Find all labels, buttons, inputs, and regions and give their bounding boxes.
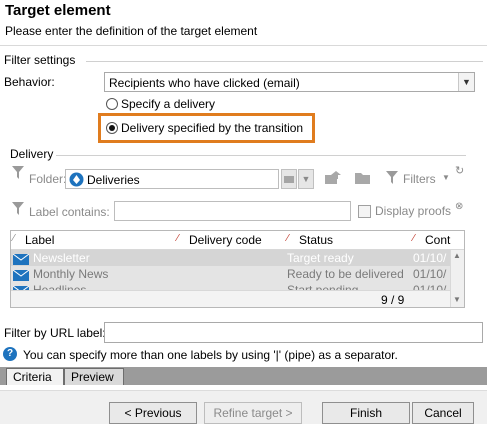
column-delivery-code[interactable]: Delivery code	[189, 231, 262, 250]
divider	[86, 61, 483, 62]
pager: 9 / 9	[381, 293, 405, 307]
behavior-value: Recipients who have clicked (email)	[109, 76, 300, 90]
page-title: Target element	[5, 2, 111, 19]
table-row[interactable]: Monthly News Ready to be delivered 01/10…	[11, 266, 450, 282]
column-label[interactable]: Label	[25, 231, 54, 250]
clear-icon[interactable]: ⊗	[455, 201, 463, 212]
previous-button[interactable]: < Previous	[109, 402, 197, 424]
tab-preview[interactable]: Preview	[64, 368, 124, 385]
folder-value: Deliveries	[87, 173, 140, 187]
behavior-label: Behavior:	[4, 75, 55, 89]
radio-specify-delivery[interactable]: Specify a delivery	[106, 97, 215, 111]
folder-field[interactable]: Deliveries	[65, 169, 279, 189]
scroll-down-icon[interactable]: ▼	[453, 295, 461, 304]
filter-icon[interactable]	[386, 171, 398, 188]
column-status[interactable]: Status	[299, 231, 333, 250]
display-proofs-checkbox[interactable]: Display proofs	[358, 204, 451, 218]
table-header: ⁄ Label ⁄ Delivery code ⁄ Status ⁄ Cont	[11, 231, 464, 250]
folder-label: Folder:	[29, 172, 67, 186]
funnel-icon	[12, 166, 24, 183]
chevron-down-icon[interactable]: ▼	[442, 173, 450, 182]
info-icon: ?	[3, 347, 17, 361]
finish-button[interactable]: Finish	[322, 402, 410, 424]
sort-icon[interactable]: ⁄	[177, 233, 179, 244]
funnel-icon	[12, 202, 24, 219]
scroll-up-icon[interactable]: ▲	[453, 251, 461, 260]
row-label: Headlines	[33, 283, 87, 290]
radio-button-selected[interactable]	[106, 122, 118, 134]
checkbox[interactable]	[358, 204, 371, 218]
row-cont: 01/10/	[413, 283, 447, 290]
filter-settings-label: Filter settings	[4, 53, 76, 67]
row-status: Ready to be delivered	[287, 267, 404, 281]
vertical-scrollbar[interactable]: ▲ ▼	[450, 250, 464, 307]
cancel-button[interactable]: Cancel	[412, 402, 474, 424]
row-status: Start pending	[287, 283, 359, 290]
radio-specify-label: Specify a delivery	[121, 97, 216, 111]
radio-transition-label: Delivery specified by the transition	[121, 121, 304, 135]
tab-criteria[interactable]: Criteria	[6, 368, 64, 385]
row-status: Target ready	[287, 251, 354, 265]
wizard-footer: < Previous Refine target > Finish Cancel	[0, 390, 487, 424]
label-contains-input[interactable]	[114, 201, 351, 221]
url-filter-input[interactable]	[104, 322, 483, 343]
row-label: Newsletter	[33, 251, 90, 265]
table-row[interactable]: Newsletter Target ready 01/10/	[11, 250, 450, 266]
folder-up-icon[interactable]	[324, 170, 342, 189]
deliveries-folder-icon	[69, 172, 84, 190]
delivery-table: ⁄ Label ⁄ Delivery code ⁄ Status ⁄ Cont …	[10, 230, 465, 308]
delivery-section-label: Delivery	[10, 147, 54, 161]
behavior-select[interactable]: Recipients who have clicked (email) ▼	[104, 72, 475, 92]
chevron-down-icon[interactable]: ▼	[298, 169, 314, 189]
table-row[interactable]: Headlines Start pending 01/10/	[11, 282, 450, 290]
folder-browse-icon[interactable]	[281, 169, 297, 189]
sort-icon[interactable]: ⁄	[287, 233, 289, 244]
row-cont: 01/10/	[413, 251, 447, 265]
chevron-down-icon[interactable]: ▼	[458, 73, 474, 91]
refine-target-button[interactable]: Refine target >	[204, 402, 302, 424]
table-footer: 9 / 9	[11, 290, 450, 307]
open-folder-icon[interactable]	[354, 170, 372, 189]
url-filter-label: Filter by URL label:	[4, 326, 106, 340]
radio-transition[interactable]: Delivery specified by the transition	[106, 121, 303, 135]
row-cont: 01/10/	[413, 267, 447, 281]
column-cont[interactable]: Cont	[425, 231, 450, 250]
sort-icon[interactable]: ⁄	[13, 233, 15, 244]
row-label: Monthly News	[33, 267, 109, 281]
display-proofs-label: Display proofs	[375, 204, 452, 218]
refresh-icon[interactable]: ↻	[455, 164, 464, 177]
filters-button[interactable]: Filters	[403, 172, 436, 186]
table-body: Newsletter Target ready 01/10/ Monthly N…	[11, 250, 450, 290]
radio-button[interactable]	[106, 98, 118, 110]
label-contains-label: Label contains:	[29, 205, 110, 219]
sort-icon[interactable]: ⁄	[413, 233, 415, 244]
page-subtitle: Please enter the definition of the targe…	[5, 24, 258, 38]
divider	[56, 155, 466, 156]
wizard-header: Target element Please enter the definiti…	[0, 0, 487, 46]
url-filter-hint: You can specify more than one labels by …	[23, 348, 398, 362]
tab-bar: Criteria Preview	[0, 367, 487, 385]
